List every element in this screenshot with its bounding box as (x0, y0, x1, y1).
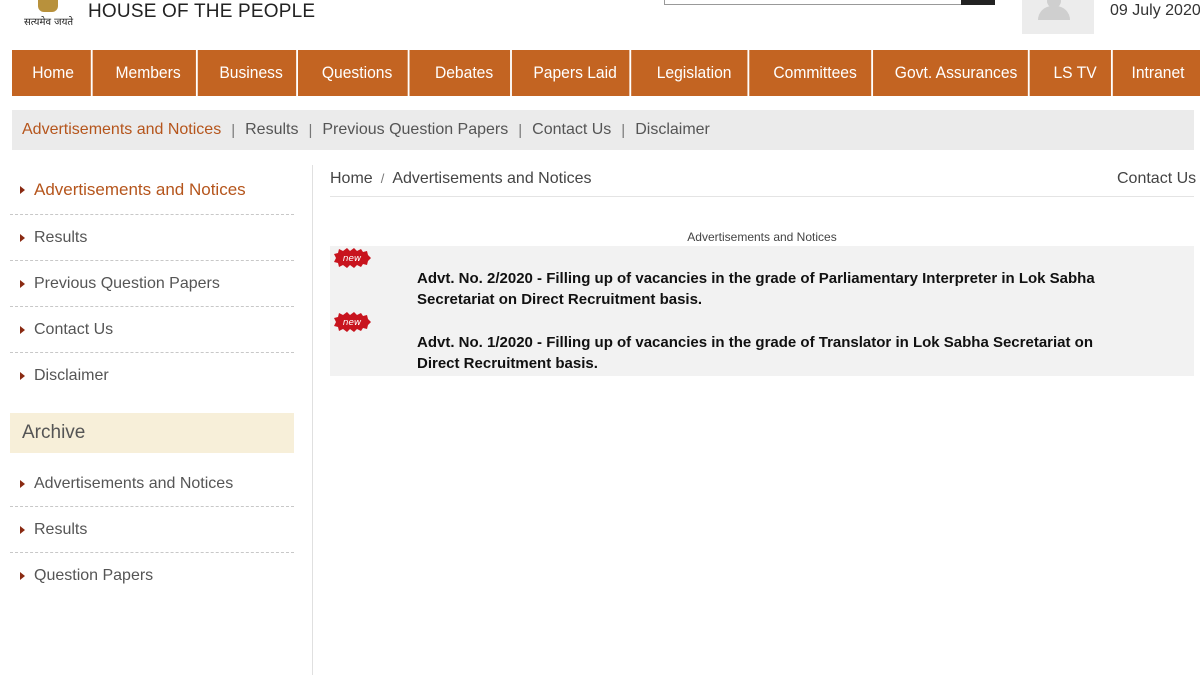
sub-navigation: Advertisements and Notices | Results | P… (12, 110, 1194, 150)
subnav-advertisements[interactable]: Advertisements and Notices (22, 121, 221, 139)
breadcrumb-current: Advertisements and Notices (392, 170, 592, 187)
search-input[interactable] (664, 0, 962, 5)
search-button[interactable] (961, 0, 995, 5)
subnav-separator: | (231, 121, 236, 139)
main-navigation: Home Members Business Questions Debates … (12, 50, 1200, 96)
subnav-results[interactable]: Results (245, 121, 298, 139)
nav-committees[interactable]: Committees (759, 50, 874, 96)
subnav-separator: | (518, 121, 523, 139)
caret-right-icon (20, 325, 25, 334)
caret-right-icon (20, 372, 25, 380)
caret-right-icon (20, 479, 25, 488)
caret-right-icon (20, 185, 25, 194)
nav-members[interactable]: Members (100, 50, 198, 96)
sidebar-item-advertisements[interactable]: Advertisements and Notices (10, 165, 294, 215)
nav-intranet[interactable]: Intranet (1119, 50, 1196, 96)
breadcrumb: Home / Advertisements and Notices (330, 170, 592, 188)
breadcrumb-home[interactable]: Home (330, 170, 373, 187)
nav-home[interactable]: Home (15, 50, 93, 96)
archive-heading: Archive (10, 413, 294, 453)
caret-right-icon (20, 279, 25, 288)
caret-right-icon (20, 525, 25, 534)
sidebar-item-contact-us[interactable]: Contact Us (10, 307, 294, 353)
sidebar-item-label: Results (34, 228, 88, 246)
nav-govt-assurances[interactable]: Govt. Assurances (884, 50, 1030, 96)
nav-business[interactable]: Business (206, 50, 298, 96)
contact-us-link[interactable]: Contact Us (1117, 170, 1196, 188)
notice-link-1[interactable]: Advt. No. 2/2020 - Filling up of vacanci… (417, 268, 1117, 310)
sidebar-item-label: Advertisements and Notices (34, 179, 246, 199)
notice-link-2[interactable]: Advt. No. 1/2020 - Filling up of vacanci… (417, 332, 1117, 374)
nav-legislation[interactable]: Legislation (641, 50, 750, 96)
subnav-contact-us[interactable]: Contact Us (532, 121, 611, 139)
emblem-lion-icon (38, 0, 58, 12)
sidebar-item-label: Previous Question Papers (34, 274, 220, 292)
user-avatar-icon[interactable] (1032, 0, 1076, 20)
emblem-motto: सत्यमेव जयते (24, 17, 74, 28)
sidebar-item-results[interactable]: Results (10, 215, 294, 261)
sidebar-item-label: Disclaimer (34, 367, 109, 384)
nav-questions[interactable]: Questions (306, 50, 410, 96)
new-badge-icon: new (334, 312, 371, 332)
new-badge-text: new (343, 318, 362, 328)
breadcrumb-separator: / (380, 171, 385, 186)
nav-debates[interactable]: Debates (418, 50, 512, 96)
section-caption: Advertisements and Notices (687, 230, 837, 244)
sidebar: Advertisements and Notices Results Previ… (10, 165, 294, 599)
sidebar-item-label: Question Papers (34, 567, 154, 584)
nav-ls-tv[interactable]: LS TV (1039, 50, 1113, 96)
sidebar-divider (312, 165, 313, 675)
list-item: new Advt. No. 2/2020 - Filling up of vac… (330, 246, 1194, 310)
sidebar-item-disclaimer[interactable]: Disclaimer (10, 353, 294, 399)
archive-item-advertisements[interactable]: Advertisements and Notices (10, 461, 294, 507)
sidebar-item-previous-question-papers[interactable]: Previous Question Papers (10, 261, 294, 307)
list-item: new Advt. No. 1/2020 - Filling up of vac… (330, 310, 1194, 376)
subnav-previous-question-papers[interactable]: Previous Question Papers (322, 121, 508, 139)
current-date: 09 July 2020 (1110, 2, 1200, 19)
nav-papers-laid[interactable]: Papers Laid (521, 50, 632, 96)
subnav-disclaimer[interactable]: Disclaimer (635, 121, 710, 139)
subnav-separator: | (621, 121, 626, 139)
archive-item-question-papers[interactable]: Question Papers (10, 553, 294, 599)
subnav-separator: | (308, 121, 313, 139)
sidebar-item-label: Contact Us (34, 320, 114, 338)
notice-list: new Advt. No. 2/2020 - Filling up of vac… (330, 246, 1194, 376)
sidebar-item-label: Advertisements and Notices (34, 474, 234, 492)
sidebar-item-label: Results (34, 520, 88, 538)
site-title: HOUSE OF THE PEOPLE (88, 1, 316, 22)
user-avatar-body (1038, 6, 1070, 20)
content-divider (330, 196, 1194, 197)
site-header: सत्यमेव जयते HOUSE OF THE PEOPLE 09 July… (0, 0, 1200, 48)
archive-item-results[interactable]: Results (10, 507, 294, 553)
caret-right-icon (20, 233, 25, 242)
new-badge-icon: new (334, 248, 371, 268)
caret-right-icon (20, 572, 25, 580)
national-emblem-icon[interactable]: सत्यमेव जयते (20, 0, 76, 34)
new-badge-text: new (343, 254, 362, 264)
